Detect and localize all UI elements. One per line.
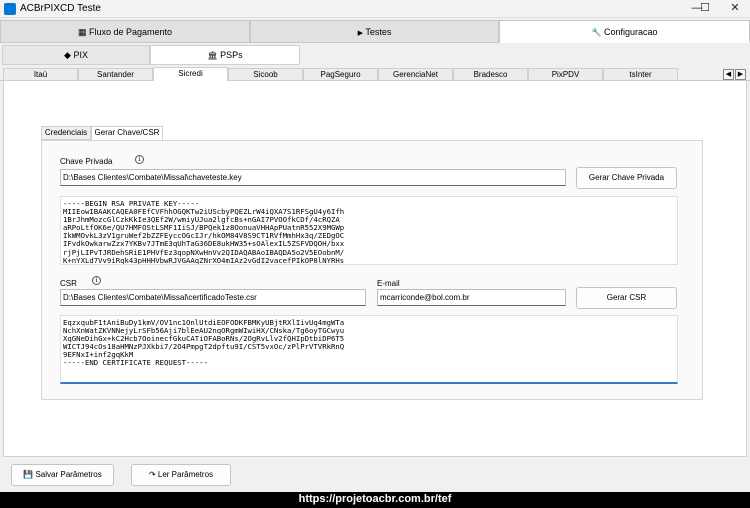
csr-memo[interactable]: EqzxqubF1tAniBuDy1kmV/OV1nc1OnlUtdiEOFOD… (60, 315, 678, 384)
title-bar: ACBrPIXCD Teste — (0, 0, 750, 18)
tab-label: Fluxo de Pagamento (88, 27, 173, 37)
diamond-icon: ◆ (64, 50, 71, 60)
tab-pixpdv[interactable]: PixPDV (528, 68, 603, 81)
button-label: Ler Parâmetros (157, 470, 214, 479)
grid-icon: ▦ (77, 27, 87, 37)
tab-label: Configuracao (603, 27, 658, 37)
tab-bradesco[interactable]: Bradesco (453, 68, 528, 81)
tab-sicoob[interactable]: Sicoob (228, 68, 303, 81)
info-icon[interactable]: i (92, 276, 101, 285)
close-button[interactable]: ✕ (712, 0, 750, 18)
button-label: Salvar Parâmetros (35, 470, 102, 479)
email-label: E-mail (377, 279, 400, 288)
tab-psps[interactable]: 🏛 PSPs (150, 45, 300, 65)
gerar-chave-privada-button[interactable]: Gerar Chave Privada (576, 167, 677, 189)
bottom-toolbar: 💾 Salvar Parâmetros ↷ Ler Parâmetros (0, 459, 750, 492)
chave-privada-path-field[interactable]: D:\Bases Clientes\Combate\Missal\chavete… (60, 169, 566, 186)
tab-gerar-chave-csr[interactable]: Gerar Chave/CSR (91, 126, 163, 140)
csr-path-field[interactable]: D:\Bases Clientes\Combate\Missal\certifi… (60, 289, 366, 306)
psp-tabbar: Itaú Santander Sicredi Sicoob PagSeguro … (0, 67, 750, 82)
tab-scroll-right-button[interactable]: ▶ (735, 69, 746, 80)
tab-sicredi[interactable]: Sicredi (153, 67, 228, 82)
play-icon: ▶ (357, 30, 364, 37)
save-icon: 💾 (23, 470, 34, 479)
tab-tsinter[interactable]: tsInter (603, 68, 678, 81)
gerar-csr-button[interactable]: Gerar CSR (576, 287, 677, 309)
chave-privada-label: Chave Privada (60, 157, 113, 166)
app-icon (4, 3, 16, 15)
tab-label: PIX (73, 50, 88, 60)
tab-configuracao[interactable]: 🔧 Configuracao (499, 20, 750, 43)
tab-fluxo-de-pagamento[interactable]: ▦ Fluxo de Pagamento (0, 20, 250, 43)
tab-pix[interactable]: ◆ PIX (2, 45, 150, 65)
tab-label: Testes (365, 27, 392, 37)
footer-banner: https://projetoacbr.com.br/tef (0, 492, 750, 508)
ler-parametros-button[interactable]: ↷ Ler Parâmetros (131, 464, 231, 486)
email-field[interactable]: mcarriconde@bol.com.br (377, 289, 566, 306)
tab-credenciais[interactable]: Credenciais (41, 126, 91, 140)
main-tabbar: ▦ Fluxo de Pagamento ▶ Testes 🔧 Configur… (0, 20, 750, 43)
info-icon[interactable]: i (135, 155, 144, 164)
tab-santander[interactable]: Santander (78, 68, 153, 81)
private-key-memo[interactable]: -----BEGIN RSA PRIVATE KEY----- MIIEowIB… (60, 196, 678, 265)
tab-itau[interactable]: Itaú (3, 68, 78, 81)
tab-label: PSPs (220, 50, 243, 60)
window-title: ACBrPIXCD Teste (20, 3, 101, 14)
wrench-icon: 🔧 (591, 28, 602, 37)
bank-icon: 🏛 (207, 51, 218, 60)
tab-testes[interactable]: ▶ Testes (250, 20, 499, 43)
salvar-parametros-button[interactable]: 💾 Salvar Parâmetros (11, 464, 114, 486)
csr-label: CSR (60, 279, 77, 288)
tab-scroll-left-button[interactable]: ◀ (723, 69, 734, 80)
tab-gerencianet[interactable]: GerenciaNet (378, 68, 453, 81)
tab-pagseguro[interactable]: PagSeguro (303, 68, 378, 81)
config-tabbar: ◆ PIX 🏛 PSPs (0, 45, 750, 65)
refresh-icon: ↷ (148, 470, 156, 479)
